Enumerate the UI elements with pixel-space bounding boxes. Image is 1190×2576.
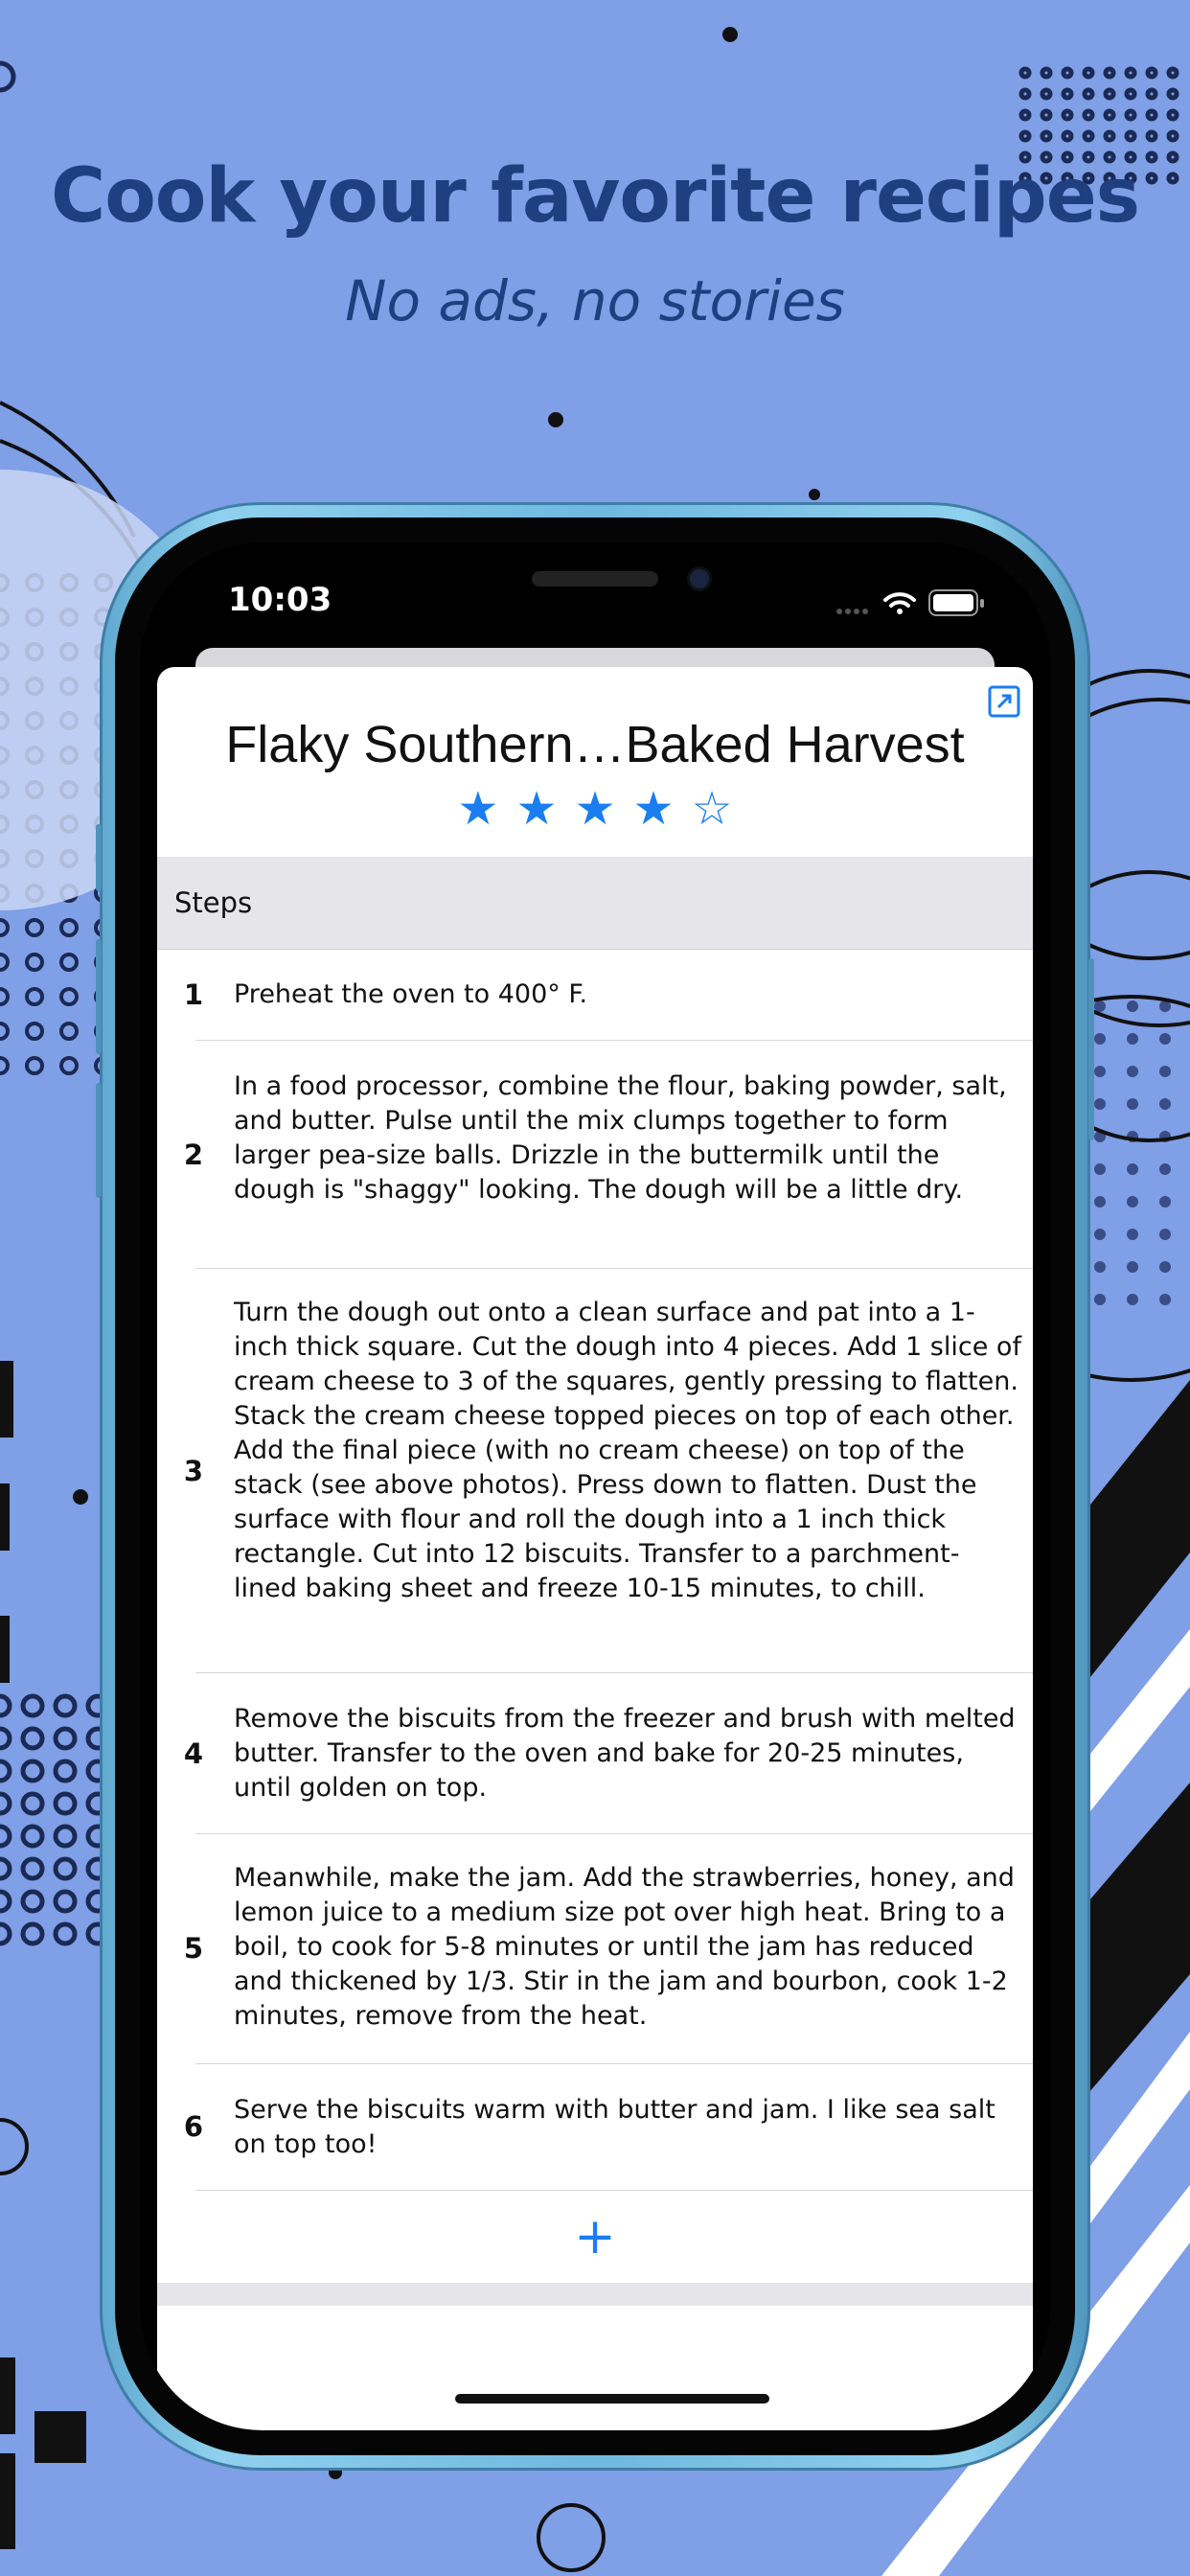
recipe-title: Flaky Southern…Baked Harvest: [225, 716, 965, 773]
step-text: In a food processor, combine the flour, …: [234, 1071, 1007, 1205]
status-icons: [835, 585, 998, 623]
step-text: Meanwhile, make the jam. Add the strawbe…: [234, 1863, 1015, 2031]
step-row[interactable]: 4 Remove the biscuits from the freezer a…: [157, 1673, 1033, 1834]
battery-icon: [928, 589, 984, 616]
step-number: 6: [183, 2110, 204, 2143]
volume-down-button: [96, 1083, 102, 1198]
side-button: [96, 824, 102, 891]
step-row[interactable]: 2 In a food processor, combine the flour…: [157, 1041, 1033, 1269]
star-filled-icon[interactable]: ★: [633, 782, 675, 836]
cellular-signal-icon: [836, 609, 868, 614]
step-row[interactable]: 3 Turn the dough out onto a clean surfac…: [157, 1269, 1033, 1673]
add-step-button[interactable]: +: [157, 2191, 1033, 2283]
star-filled-icon[interactable]: ★: [574, 782, 615, 836]
section-footer: [157, 2283, 1033, 2306]
home-indicator: [455, 2394, 769, 2404]
marketing-subheadline: No ads, no stories: [345, 268, 845, 334]
step-row[interactable]: 6 Serve the biscuits warm with butter an…: [157, 2064, 1033, 2191]
step-row[interactable]: 5 Meanwhile, make the jam. Add the straw…: [157, 1834, 1033, 2064]
steps-section-header: Steps: [157, 857, 1033, 950]
step-text: Remove the biscuits from the freezer and…: [234, 1704, 1016, 1803]
star-empty-icon[interactable]: ☆: [692, 782, 733, 836]
step-number: 2: [183, 1138, 204, 1171]
step-text: Preheat the oven to 400° F.: [234, 979, 588, 1009]
earpiece-speaker: [532, 571, 658, 586]
marketing-headline: Cook your favorite recipes: [50, 153, 1140, 240]
volume-up-button: [96, 939, 102, 1054]
power-button: [1088, 958, 1094, 1140]
phone-screen: 10:03 Flaky Southern…Baked Harvest ★ ★ ★…: [140, 542, 1050, 2430]
front-camera: [690, 569, 709, 588]
steps-section-label: Steps: [174, 886, 253, 919]
step-text: Serve the biscuits warm with butter and …: [234, 2095, 995, 2159]
step-number: 5: [183, 1932, 204, 1965]
status-time: 10:03: [228, 581, 332, 619]
step-number: 1: [183, 978, 204, 1011]
step-text: Turn the dough out onto a clean surface …: [234, 1298, 1021, 1603]
step-number: 3: [183, 1455, 204, 1487]
star-filled-icon[interactable]: ★: [515, 782, 557, 836]
wifi-icon: [883, 592, 916, 614]
step-row[interactable]: 1 Preheat the oven to 400° F.: [157, 949, 1033, 1041]
recipe-sheet: Flaky Southern…Baked Harvest ★ ★ ★ ★ ☆ Steps…: [157, 667, 1033, 2430]
star-filled-icon[interactable]: ★: [457, 782, 498, 836]
rating-stars[interactable]: ★ ★ ★ ★ ☆: [157, 782, 1033, 836]
step-number: 4: [183, 1737, 204, 1770]
